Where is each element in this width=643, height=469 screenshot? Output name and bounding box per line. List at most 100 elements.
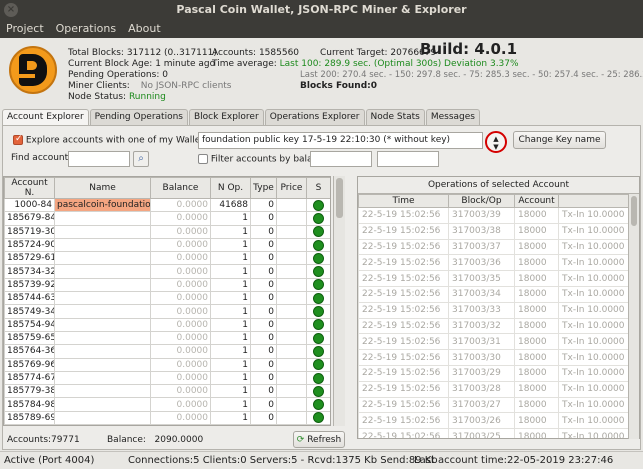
operations-col-header[interactable]: Account — [514, 194, 559, 208]
status-last-account-time: Last account time:22-05-2019 23:27:46 — [414, 455, 614, 466]
cell-account: 185794-40 — [4, 424, 55, 425]
cell-price — [276, 304, 307, 319]
table-row[interactable]: 22-5-19 15:02:56 317003/30 18000 Tx-In 10.0… — [358, 349, 631, 366]
table-row[interactable]: 22-5-19 15:02:56 317003/35 18000 Tx-In 10.0… — [358, 270, 631, 287]
close-icon[interactable]: × — [4, 3, 18, 17]
filter-min-input[interactable] — [310, 151, 372, 167]
table-row[interactable]: 22-5-19 15:02:56 317003/28 18000 Tx-In 10.0… — [358, 380, 631, 398]
cell-account: 18000 — [514, 412, 559, 430]
table-row[interactable]: 22-5-19 15:02:56 317003/31 18000 Tx-In 10.0… — [358, 333, 631, 351]
accounts-scrollbar[interactable] — [333, 176, 345, 426]
chevron-updown-icon[interactable]: ▲ ▼ — [485, 131, 507, 153]
cell-nop: 1 — [210, 291, 251, 306]
tab-pending-operations[interactable]: Pending Operations — [89, 109, 188, 125]
menu-project[interactable]: Project — [0, 20, 50, 38]
table-row[interactable]: 185729-61 0.0000 1 0 — [4, 251, 330, 266]
accounts-col-header[interactable]: Price — [276, 177, 307, 199]
filter-balance-checkbox[interactable] — [198, 154, 208, 164]
accounts-col-header[interactable]: Type — [250, 177, 277, 199]
cell-nop: 1 — [210, 344, 251, 359]
explore-wallet-checkbox[interactable] — [13, 134, 23, 145]
operations-table: Time Block/Op Account 22-5-19 15:02:56 3170… — [358, 194, 631, 438]
change-key-name-button[interactable]: Change Key name — [513, 131, 606, 149]
table-row[interactable]: 1000-84 pascalcoin-foundation 0.0000 41688 0 — [4, 197, 330, 213]
cell-type: 0 — [250, 224, 277, 239]
cell-state — [306, 264, 330, 279]
accounts-total: Accounts:79771 — [7, 435, 80, 445]
tab-messages[interactable]: Messages — [425, 109, 480, 125]
table-row[interactable]: 185739-92 0.0000 1 0 — [4, 277, 330, 293]
table-row[interactable]: 185754-94 0.0000 1 0 — [4, 317, 330, 332]
table-row[interactable]: 22-5-19 15:02:56 317003/33 18000 Tx-In 10.0… — [358, 301, 631, 319]
tab-node-stats[interactable]: Node Stats — [365, 109, 425, 125]
table-row[interactable]: 185779-38 0.0000 1 0 — [4, 384, 330, 399]
tab-operations-explorer[interactable]: Operations Explorer — [264, 109, 365, 125]
table-row[interactable]: 22-5-19 15:02:56 317003/39 18000 Tx-In 10.0… — [358, 207, 631, 224]
cell-type: 0 — [250, 264, 277, 279]
cell-account: 18000 — [514, 364, 559, 382]
cell-block: 317003/38 — [448, 222, 515, 240]
cell-balance: 0.0000 — [150, 424, 211, 425]
table-row[interactable]: 185679-84 0.0000 1 0 — [4, 211, 330, 226]
operations-col-header[interactable]: Block/Op — [448, 194, 515, 208]
table-row[interactable]: 22-5-19 15:02:56 317003/36 18000 Tx-In 10.0… — [358, 254, 631, 272]
cell-state — [306, 397, 330, 412]
miner-clients: Miner Clients: No JSON-RPC clients — [68, 81, 232, 91]
table-row[interactable]: 185719-30 0.0000 1 0 — [4, 224, 330, 239]
table-row[interactable]: 185764-36 0.0000 1 0 — [4, 344, 330, 359]
cell-desc: Tx-In 10.0000 PA — [558, 301, 631, 319]
operations-scroll-thumb[interactable] — [631, 196, 637, 226]
cell-block: 317003/37 — [448, 238, 515, 256]
table-row[interactable]: 22-5-19 15:02:56 317003/27 18000 Tx-In 10.0… — [358, 396, 631, 414]
table-row[interactable]: 185789-69 0.0000 1 0 — [4, 410, 330, 425]
cell-name — [54, 370, 151, 386]
tab-block-explorer[interactable]: Block Explorer — [189, 109, 264, 125]
pending-operations: Pending Operations: 0 — [68, 70, 168, 80]
table-row[interactable]: 185724-90 0.0000 1 0 — [4, 237, 330, 253]
table-row[interactable]: 185749-34 0.0000 1 0 — [4, 304, 330, 319]
accounts-scroll-thumb[interactable] — [336, 178, 343, 218]
accounts-col-header[interactable]: Name — [54, 177, 151, 199]
table-row[interactable]: 22-5-19 15:02:56 317003/37 18000 Tx-In 10.0… — [358, 238, 631, 256]
table-row[interactable]: 22-5-19 15:02:56 317003/25 18000 Tx-In 10.0… — [358, 428, 631, 438]
table-row[interactable]: 185734-32 0.0000 1 0 — [4, 264, 330, 279]
cell-account: 18000 — [514, 349, 559, 366]
table-row[interactable]: 185769-96 0.0000 1 0 — [4, 357, 330, 372]
menu-about[interactable]: About — [122, 20, 167, 38]
cell-price — [276, 330, 307, 346]
table-row[interactable]: 185744-63 0.0000 1 0 — [4, 291, 330, 306]
table-row[interactable]: 185784-98 0.0000 1 0 — [4, 397, 330, 412]
refresh-button[interactable]: ⟳ Refresh — [293, 431, 345, 448]
table-row[interactable]: 22-5-19 15:02:56 317003/38 18000 Tx-In 10.0… — [358, 222, 631, 240]
table-row[interactable]: 22-5-19 15:02:56 317003/34 18000 Tx-In 10.0… — [358, 285, 631, 303]
filter-max-input[interactable] — [377, 151, 439, 167]
operations-col-header[interactable] — [558, 194, 631, 208]
cell-type: 0 — [250, 317, 277, 332]
tab-account-explorer[interactable]: Account Explorer — [2, 109, 89, 125]
cell-balance: 0.0000 — [150, 344, 211, 359]
table-row[interactable]: 22-5-19 15:02:56 317003/32 18000 Tx-In 10.0… — [358, 317, 631, 335]
menu-operations[interactable]: Operations — [50, 20, 122, 38]
table-row[interactable]: 185794-40 0.000010 — [4, 424, 330, 425]
status-ok-icon — [313, 399, 324, 411]
accounts-col-header[interactable]: Account N. — [4, 177, 55, 199]
cell-time: 22-5-19 15:02:56 — [358, 301, 449, 319]
cell-price — [276, 211, 307, 226]
cell-price — [276, 317, 307, 332]
time-average-detail: Last 200: 270.4 sec. - 150: 297.8 sec. -… — [300, 70, 643, 80]
accounts-col-header[interactable]: Balance — [150, 177, 211, 199]
cell-time: 22-5-19 15:02:56 — [358, 207, 449, 224]
table-row[interactable]: 185759-65 0.0000 1 0 — [4, 330, 330, 346]
accounts-col-header[interactable]: N Op. — [210, 177, 251, 199]
operations-col-header[interactable]: Time — [358, 194, 449, 208]
cell-account: 185784-98 — [4, 397, 55, 412]
table-row[interactable]: 22-5-19 15:02:56 317003/26 18000 Tx-In 10.0… — [358, 412, 631, 430]
table-row[interactable]: 22-5-19 15:02:56 317003/29 18000 Tx-In 10.0… — [358, 364, 631, 382]
search-icon[interactable]: ⌕ — [133, 151, 149, 167]
accounts-col-header[interactable]: S — [306, 177, 330, 199]
operations-scrollbar[interactable] — [628, 194, 639, 439]
wallet-key-select[interactable]: foundation public key 17-5-19 22:10:30 (… — [198, 132, 483, 149]
cell-nop: 1 — [210, 384, 251, 399]
table-row[interactable]: 185774-67 0.0000 1 0 — [4, 370, 330, 386]
find-account-input[interactable] — [68, 151, 130, 167]
